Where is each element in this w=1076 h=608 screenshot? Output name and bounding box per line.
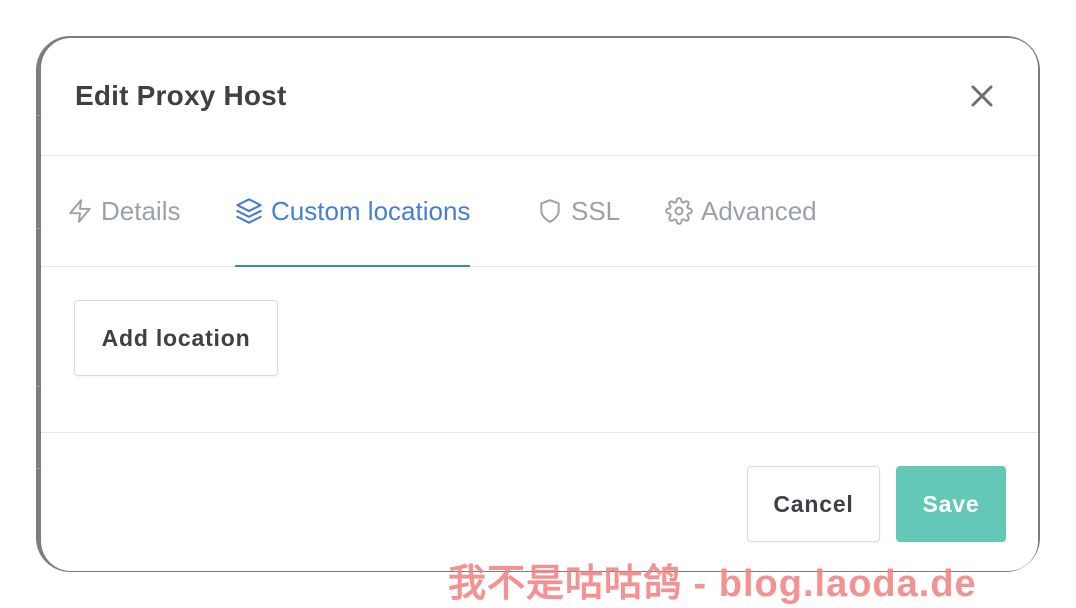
custom-locations-panel: Add location [41,267,1038,433]
gear-icon [665,197,693,225]
tab-label: Details [101,195,181,226]
layers-icon [235,197,263,225]
tab-custom-locations[interactable]: Custom locations [235,156,471,267]
close-button[interactable] [967,83,997,113]
dialog-title: Edit Proxy Host [75,80,287,111]
tab-details[interactable]: Details [67,156,180,266]
tab-label: Advanced [701,195,817,226]
tab-label: Custom locations [271,195,471,226]
tab-label: SSL [571,195,621,226]
close-icon [971,85,993,112]
tab-ssl[interactable]: SSL [537,156,620,266]
add-location-button[interactable]: Add location [74,300,278,376]
dialog-header: Edit Proxy Host [41,38,1038,156]
dialog-footer: Cancel Save [41,433,1038,571]
watermark: 我不是咕咕鸽 - blog.laoda.de [448,563,977,605]
shield-icon [537,198,563,224]
tab-advanced[interactable]: Advanced [665,156,817,266]
save-button[interactable]: Save [896,466,1006,542]
tab-bar: Details Custom locations SSL Advanced [41,156,1038,267]
edit-proxy-host-dialog: Edit Proxy Host Details Custom locations… [41,38,1038,571]
bolt-icon [67,198,93,224]
cancel-button[interactable]: Cancel [747,466,880,542]
